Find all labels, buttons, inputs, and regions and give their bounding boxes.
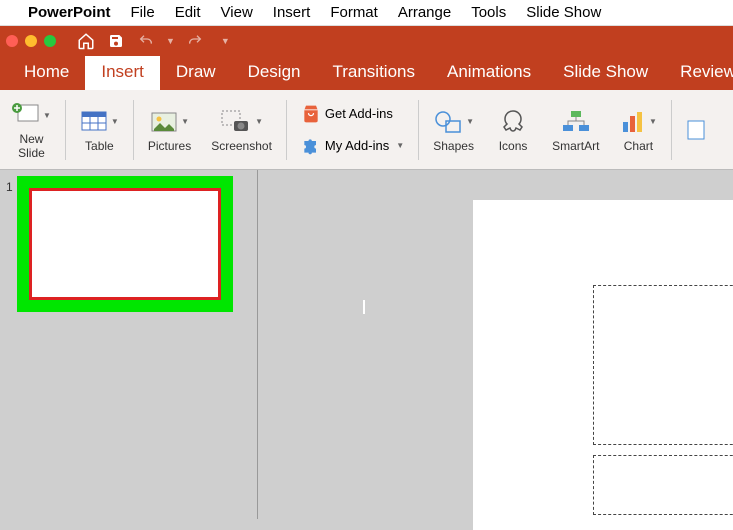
icons-button[interactable]: Icons xyxy=(488,106,538,153)
divider xyxy=(65,100,66,160)
subtitle-placeholder[interactable] xyxy=(593,455,733,515)
maximize-window[interactable] xyxy=(44,35,56,47)
my-addins-label: My Add-ins xyxy=(325,138,389,153)
menu-edit[interactable]: Edit xyxy=(175,4,201,21)
slide-thumbnail[interactable] xyxy=(29,188,221,300)
tab-draw[interactable]: Draw xyxy=(160,56,232,90)
icons-label: Icons xyxy=(499,140,528,153)
title-placeholder[interactable] xyxy=(593,285,733,445)
smartart-icon xyxy=(561,106,591,138)
chart-icon: ▼ xyxy=(620,106,657,138)
shapes-button[interactable]: ▼ Shapes xyxy=(427,106,480,153)
tab-animations[interactable]: Animations xyxy=(431,56,547,90)
tab-design[interactable]: Design xyxy=(232,56,317,90)
screenshot-button[interactable]: ▼ Screenshot xyxy=(205,106,278,153)
shapes-label: Shapes xyxy=(433,140,474,153)
new-slide-label: New Slide xyxy=(18,133,45,159)
new-slide-button[interactable]: ▼ New Slide xyxy=(6,99,57,159)
divider xyxy=(286,100,287,160)
divider xyxy=(671,100,672,160)
table-button[interactable]: ▼ Table xyxy=(74,106,125,153)
get-addins-button[interactable]: Get Add-ins xyxy=(301,104,404,124)
app-name[interactable]: PowerPoint xyxy=(28,4,111,21)
home-icon[interactable] xyxy=(76,31,96,51)
divider xyxy=(418,100,419,160)
ribbon-tabs: Home Insert Draw Design Transitions Anim… xyxy=(0,56,733,90)
slide-thumbnail-highlight xyxy=(17,176,233,312)
workspace: 1 xyxy=(0,170,733,519)
get-addins-label: Get Add-ins xyxy=(325,106,393,121)
menu-slideshow[interactable]: Slide Show xyxy=(526,4,601,21)
tab-home[interactable]: Home xyxy=(8,56,85,90)
pictures-icon: ▼ xyxy=(150,106,189,138)
tab-slideshow[interactable]: Slide Show xyxy=(547,56,664,90)
tab-transitions[interactable]: Transitions xyxy=(316,56,431,90)
menu-arrange[interactable]: Arrange xyxy=(398,4,451,21)
window-controls xyxy=(6,35,56,47)
menu-view[interactable]: View xyxy=(221,4,253,21)
close-window[interactable] xyxy=(6,35,18,47)
save-icon[interactable] xyxy=(106,31,126,51)
divider xyxy=(133,100,134,160)
ribbon-insert: ▼ New Slide ▼ Table ▼ Pictures ▼ Screens… xyxy=(0,90,733,170)
tab-review[interactable]: Review xyxy=(664,56,733,90)
store-icon xyxy=(301,104,321,124)
new-slide-icon: ▼ xyxy=(12,99,51,131)
slide-number: 1 xyxy=(6,180,13,194)
icons-icon xyxy=(499,106,527,138)
text-icon xyxy=(686,114,706,146)
minimize-window[interactable] xyxy=(25,35,37,47)
menu-file[interactable]: File xyxy=(131,4,155,21)
smartart-label: SmartArt xyxy=(552,140,599,153)
menu-format[interactable]: Format xyxy=(330,4,378,21)
title-toolbar: ▼ ▼ xyxy=(0,26,733,56)
redo-icon[interactable] xyxy=(185,31,205,51)
text-cursor xyxy=(363,300,365,314)
more-button[interactable] xyxy=(680,114,712,146)
screenshot-label: Screenshot xyxy=(211,140,272,153)
my-addins-button[interactable]: My Add-ins ▼ xyxy=(301,136,404,156)
smartart-button[interactable]: SmartArt xyxy=(546,106,605,153)
table-icon: ▼ xyxy=(80,106,119,138)
puzzle-icon xyxy=(301,136,321,156)
undo-icon[interactable] xyxy=(136,31,156,51)
chart-label: Chart xyxy=(624,140,653,153)
slide-panel[interactable]: 1 xyxy=(0,170,258,519)
pictures-button[interactable]: ▼ Pictures xyxy=(142,106,197,153)
slide[interactable] xyxy=(473,200,733,530)
slide-canvas[interactable] xyxy=(258,170,733,519)
table-label: Table xyxy=(85,140,114,153)
pictures-label: Pictures xyxy=(148,140,191,153)
menu-insert[interactable]: Insert xyxy=(273,4,311,21)
macos-menubar: PowerPoint File Edit View Insert Format … xyxy=(0,0,733,26)
chart-button[interactable]: ▼ Chart xyxy=(613,106,663,153)
menu-tools[interactable]: Tools xyxy=(471,4,506,21)
shapes-icon: ▼ xyxy=(433,106,474,138)
tab-insert[interactable]: Insert xyxy=(85,56,160,90)
screenshot-icon: ▼ xyxy=(220,106,263,138)
